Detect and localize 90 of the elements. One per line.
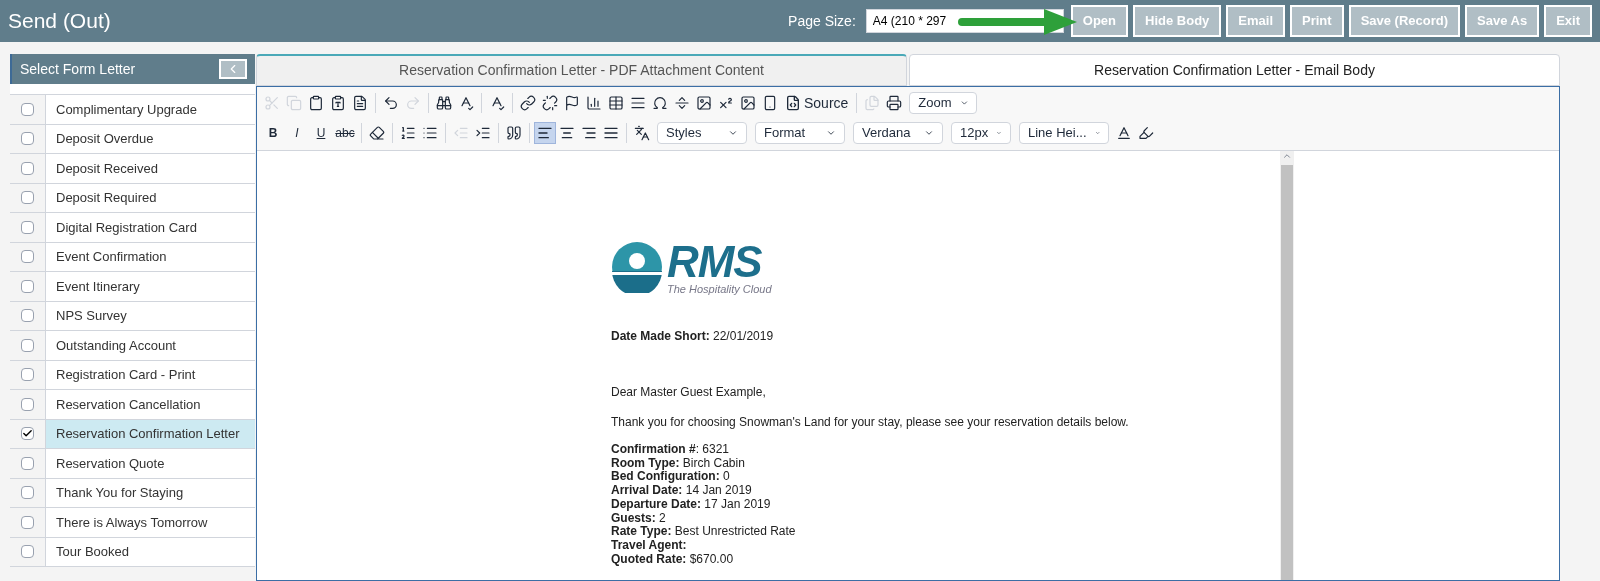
align-button[interactable] [534,122,556,144]
checkbox[interactable] [21,427,34,441]
checkbox[interactable] [21,309,34,323]
dropdown[interactable]: Zoom [909,92,978,114]
caret-icon [826,128,836,138]
checkbox[interactable] [21,220,34,234]
detail-line: Arrival Date: 14 Jan 2019 [611,484,753,498]
date-line: Date Made Short: 22/01/2019 [611,328,775,345]
form-letter-row[interactable]: There is Always Tomorrow [10,508,255,538]
checkbox[interactable] [21,279,34,293]
form-letter-row[interactable]: Registration Card - Print [10,360,255,390]
checkbox[interactable] [21,486,34,500]
caret-icon [959,98,969,108]
caret-icon [728,128,738,138]
dropdown[interactable]: Styles [657,122,747,144]
dropdown[interactable]: Line Hei... [1019,122,1109,144]
code-file-icon [785,95,801,111]
form-letter-name: Digital Registration Card [55,218,197,237]
checkbox[interactable] [21,397,34,411]
form-letter-row[interactable]: Complimentary Upgrade [10,95,255,125]
form-letter-row[interactable]: Event Itinerary [10,272,255,302]
detail-line: Guests: 2 [611,511,666,526]
form-letter-row[interactable]: Reservation Cancellation [10,390,255,420]
form-letter-name: Complimentary Upgrade [55,100,197,119]
form-letter-row[interactable]: NPS Survey [10,301,255,331]
form-letter-row[interactable]: Reservation Quote [10,449,255,479]
form-letter-row[interactable]: Deposit Required [10,183,255,213]
detail-line: Quoted Rate: $670.00 [611,552,735,567]
form-letter-row[interactable]: Deposit Overdue [10,124,255,154]
dropdown[interactable]: 12px [951,122,1011,144]
format-button[interactable]: abc [333,122,357,144]
format-button[interactable]: U [309,122,333,144]
detail-line: Departure Date: 17 Jan 2019 [611,497,772,512]
form-letter-name: Event Confirmation [55,248,167,266]
greeting: Dear Master Guest Example, [611,384,767,401]
form-letter-name: Reservation Confirmation Letter [55,425,240,443]
logo-icon [611,241,663,293]
detail-line: Rate Type: Best Unrestricted Rate [611,525,797,539]
form-letter-name: Registration Card - Print [55,366,196,384]
checkbox[interactable] [21,368,34,382]
form-letter-name: Deposit Received [55,159,158,178]
dropdown[interactable]: Verdana [853,122,943,144]
checkbox[interactable] [21,250,34,264]
checkbox[interactable] [21,132,34,146]
logo-tagline: The Hospitality Cloud [667,283,772,295]
form-letter-row[interactable]: Outstanding Account [10,331,255,361]
checkbox[interactable] [21,545,34,559]
form-letter-row[interactable]: Event Confirmation [10,242,255,272]
checkbox[interactable] [21,161,34,175]
form-letter-row[interactable]: Tour Booked [10,537,255,567]
window-title: Send (Out) [8,8,111,35]
form-letter-name: Reservation Quote [55,454,165,473]
format-button[interactable]: B [261,122,285,144]
form-letter-name: Thank You for Staying [55,484,184,502]
form-letter-row[interactable]: Digital Registration Card [10,213,255,243]
form-letter-name: Deposit Required [55,189,157,207]
format-button[interactable]: I [285,122,309,144]
caret-icon [924,128,934,138]
detail-line: Confirmation #: 6321 [611,443,731,457]
checkbox[interactable] [21,515,34,529]
detail-line: Room Type: Birch Cabin [611,456,746,471]
detail-line: Travel Agent: [611,538,688,553]
intro-text: Thank you for choosing Snowman's Land for your stay, please see your reservation details below. [611,414,1130,431]
form-letter-row[interactable]: Reservation Confirmation Letter [10,419,255,449]
checkbox[interactable] [21,191,34,205]
align-icon [581,125,597,141]
form-letter-row[interactable]: Thank You for Staying [10,478,255,508]
form-letter-name: Event Itinerary [55,277,140,296]
dropdown[interactable]: Format [755,122,845,144]
form-letter-name: Tour Booked [55,543,129,561]
tab[interactable]: Reservation Confirmation Letter - Email Body [909,54,1560,86]
tab[interactable]: Reservation Confirmation Letter - PDF Attachment Content [256,54,907,86]
detail-line: Bed Configuration: 0 [611,470,731,485]
align-icon [537,125,553,141]
form-letter-row[interactable]: Deposit Received [10,154,255,184]
scrollbar[interactable] [1280,151,1294,580]
form-letter-name: There is Always Tomorrow [55,513,208,532]
logo-name: RMS [667,239,762,284]
checkbox[interactable] [21,456,34,470]
sidebar-title: Select Form Letter [20,59,136,79]
align-icon [603,125,619,141]
align-icon [559,125,575,141]
checkbox[interactable] [21,338,34,352]
form-letter-name: Deposit Overdue [55,130,154,148]
page-size-label: Page Size: [788,11,856,31]
form-letter-name: NPS Survey [55,307,127,325]
source-button[interactable]: Source [781,92,853,114]
checkbox[interactable] [21,102,34,116]
form-letter-name: Reservation Cancellation [55,395,201,414]
form-letter-name: Outstanding Account [55,336,176,355]
